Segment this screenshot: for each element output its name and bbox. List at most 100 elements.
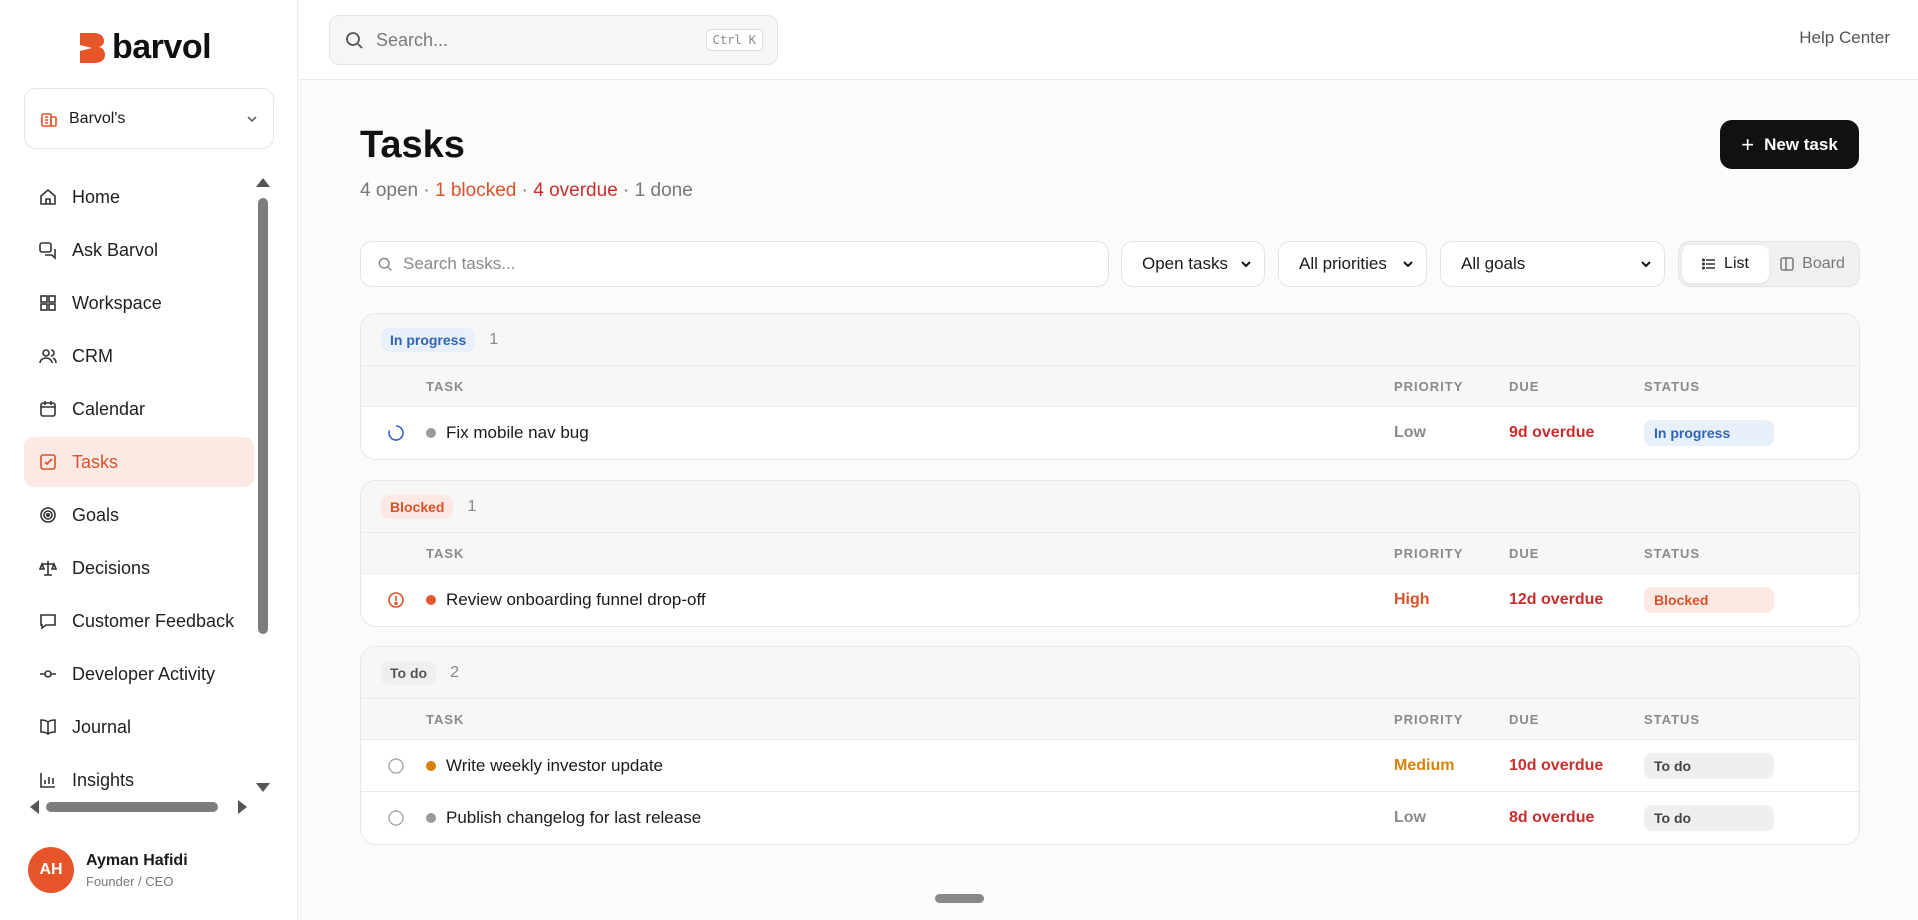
- group-count: 2: [450, 663, 459, 681]
- table-row[interactable]: Fix mobile nav bug Low 9d overdue In pro…: [361, 407, 1859, 459]
- scroll-right-arrow[interactable]: [238, 800, 247, 814]
- scroll-down-arrow[interactable]: [256, 783, 270, 792]
- help-center-link[interactable]: Help Center: [1799, 28, 1890, 48]
- status-badge[interactable]: To do: [1644, 752, 1774, 779]
- board-icon: [1780, 257, 1794, 271]
- task-priority: Medium: [1394, 756, 1455, 774]
- group-label: To do: [381, 660, 437, 685]
- users-icon: [39, 349, 57, 364]
- new-task-label: New task: [1764, 134, 1838, 154]
- chat-icon: [39, 242, 56, 260]
- scroll-left-arrow[interactable]: [30, 800, 39, 814]
- building-icon: [41, 112, 57, 127]
- priority-dot: [426, 813, 436, 823]
- sidebar-item-label: Calendar: [72, 398, 146, 419]
- empty-circle-icon[interactable]: [387, 757, 405, 775]
- summary-done: 1 done: [634, 180, 693, 201]
- chevron-down-icon: [1641, 261, 1651, 268]
- sidebar-item-label: Developer Activity: [72, 663, 216, 684]
- priority-filter-select[interactable]: All priorities: [1278, 241, 1427, 287]
- task-title[interactable]: Publish changelog for last release: [446, 808, 701, 828]
- group-header[interactable]: Blocked 1: [361, 481, 1859, 533]
- global-search-input[interactable]: Search... Ctrl K: [329, 15, 778, 65]
- summary-blocked: 1 blocked: [435, 180, 517, 201]
- task-title[interactable]: Write weekly investor update: [446, 756, 663, 776]
- group-header[interactable]: In progress 1: [361, 314, 1859, 366]
- sidebar-item-crm[interactable]: CRM: [24, 331, 254, 381]
- table-row[interactable]: Write weekly investor update Medium 10d …: [361, 740, 1859, 792]
- group-header[interactable]: To do 2: [361, 647, 1859, 699]
- bottom-scroll-handle[interactable]: [935, 894, 984, 903]
- task-search-input[interactable]: Search tasks...: [360, 241, 1109, 287]
- sidebar-horizontal-scrollbar-thumb[interactable]: [46, 802, 218, 812]
- group-count: 1: [489, 330, 499, 348]
- sidebar-item-workspace[interactable]: Workspace: [24, 278, 254, 328]
- task-priority: Low: [1394, 424, 1426, 441]
- sidebar-item-home[interactable]: Home: [24, 172, 254, 222]
- sidebar-item-journal[interactable]: Journal: [24, 702, 254, 752]
- task-summary: 4 open · 1 blocked · 4 overdue · 1 done: [360, 180, 693, 202]
- sidebar-item-decisions[interactable]: Decisions: [24, 543, 254, 593]
- sidebar-item-tasks[interactable]: Tasks: [24, 437, 254, 487]
- sidebar-item-label: Tasks: [72, 451, 119, 472]
- summary-separator: ·: [418, 180, 436, 201]
- calendar-icon: [40, 401, 56, 417]
- new-task-button[interactable]: + New task: [1720, 120, 1859, 169]
- goal-filter-select[interactable]: All goals: [1440, 241, 1665, 287]
- sidebar-item-developer-activity[interactable]: Developer Activity: [24, 649, 254, 699]
- task-title[interactable]: Review onboarding funnel drop-off: [446, 590, 706, 610]
- user-profile[interactable]: AH Ayman Hafidi Founder / CEO: [28, 847, 188, 893]
- status-filter-select[interactable]: Open tasks: [1121, 241, 1265, 287]
- status-badge[interactable]: To do: [1644, 805, 1774, 831]
- sidebar-item-label: Journal: [72, 716, 132, 737]
- sidebar-item-insights[interactable]: Insights: [24, 755, 254, 805]
- column-headers: TASK PRIORITY DUE STATUS: [361, 533, 1859, 574]
- column-priority: PRIORITY: [1394, 711, 1464, 727]
- scroll-up-arrow[interactable]: [256, 178, 270, 187]
- sidebar-item-label: Workspace: [72, 292, 162, 313]
- sidebar-item-calendar[interactable]: Calendar: [24, 384, 254, 434]
- sidebar-item-goals[interactable]: Goals: [24, 490, 254, 540]
- home-icon: [40, 188, 56, 205]
- chevron-down-icon: [1241, 261, 1251, 268]
- status-badge[interactable]: In progress: [1644, 420, 1774, 446]
- sidebar-item-label: Insights: [72, 769, 135, 790]
- task-due: 8d overdue: [1509, 809, 1595, 826]
- global-search-placeholder: Search...: [376, 29, 449, 50]
- group-count: 1: [467, 497, 477, 515]
- in-progress-spinner-icon[interactable]: [387, 424, 405, 442]
- column-task: TASK: [426, 545, 465, 561]
- empty-circle-icon[interactable]: [387, 809, 405, 827]
- column-task: TASK: [426, 711, 465, 727]
- summary-overdue: 4 overdue: [533, 180, 618, 201]
- status-badge[interactable]: Blocked: [1644, 587, 1774, 613]
- chevron-down-icon: [1403, 261, 1413, 268]
- brand-name: barvol: [112, 28, 212, 66]
- task-title[interactable]: Fix mobile nav bug: [446, 423, 589, 443]
- workspace-selector[interactable]: Barvol's: [24, 88, 274, 149]
- alert-circle-icon[interactable]: [387, 591, 405, 609]
- table-row[interactable]: Publish changelog for last release Low 8…: [361, 792, 1859, 844]
- group-label: Blocked: [381, 494, 454, 519]
- scale-icon: [38, 561, 58, 576]
- summary-open: 4 open: [360, 180, 419, 201]
- sidebar-item-ask-barvol[interactable]: Ask Barvol: [24, 225, 254, 275]
- view-list-button[interactable]: List: [1682, 245, 1769, 283]
- bar-chart-icon: [40, 773, 55, 788]
- status-filter-value: Open tasks: [1142, 254, 1228, 273]
- column-headers: TASK PRIORITY DUE STATUS: [361, 699, 1859, 740]
- view-board-button[interactable]: Board: [1769, 245, 1856, 283]
- sidebar-item-label: Goals: [72, 504, 120, 525]
- user-role: Founder / CEO: [86, 873, 174, 889]
- sidebar-scrollbar-thumb[interactable]: [258, 198, 268, 634]
- table-row[interactable]: Review onboarding funnel drop-off High 1…: [361, 574, 1859, 626]
- sidebar-item-label: Home: [72, 186, 121, 207]
- list-icon: [1702, 258, 1716, 270]
- brand-logo[interactable]: barvol: [78, 28, 212, 67]
- column-due: DUE: [1509, 711, 1540, 727]
- task-group-blocked: Blocked 1 TASK PRIORITY DUE STATUS Revie…: [360, 480, 1860, 627]
- sidebar-item-customer-feedback[interactable]: Customer Feedback: [24, 596, 254, 646]
- user-name: Ayman Hafidi: [86, 851, 188, 869]
- chevron-down-icon: [247, 115, 257, 122]
- commit-icon: [40, 670, 56, 678]
